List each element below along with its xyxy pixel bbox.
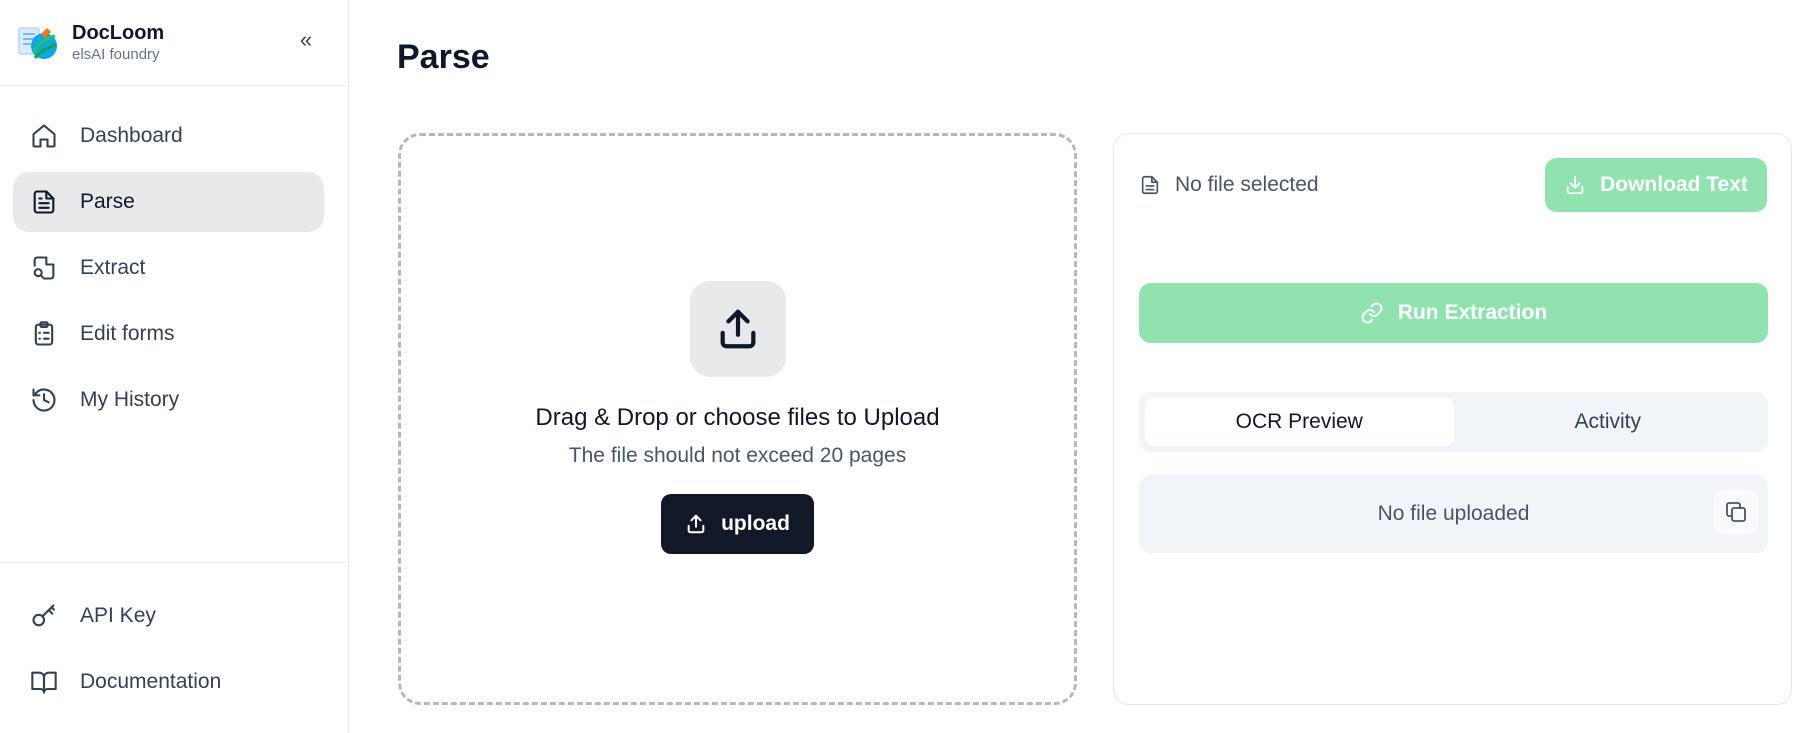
file-text-icon (30, 188, 58, 216)
sidebar-item-my-history[interactable]: My History (13, 370, 324, 430)
sidebar: DocLoom elsAI foundry « Dashboard Parse … (0, 0, 349, 733)
upload-icon (689, 281, 786, 377)
page-title: Parse (397, 38, 490, 76)
sidebar-item-dashboard[interactable]: Dashboard (13, 106, 324, 166)
sidebar-item-label: Parse (80, 190, 135, 213)
dropzone-title: Drag & Drop or choose files to Upload (535, 404, 940, 431)
sidebar-item-documentation[interactable]: Documentation (13, 652, 324, 712)
upload-icon (687, 514, 705, 534)
sidebar-divider (0, 562, 349, 563)
upload-button-label: upload (721, 512, 790, 535)
brand-name: DocLoom (72, 21, 165, 44)
brand-subtitle: elsAI foundry (72, 45, 160, 63)
brand-header: DocLoom elsAI foundry « (0, 0, 348, 86)
file-text-icon (1141, 175, 1159, 195)
tab-activity[interactable]: Activity (1454, 398, 1763, 446)
clipboard-list-icon (30, 320, 58, 348)
run-extraction-button[interactable]: Run Extraction (1139, 283, 1768, 343)
history-icon (30, 386, 58, 414)
download-text-button[interactable]: Download Text (1545, 158, 1767, 212)
preview-tabs: OCR Preview Activity (1139, 392, 1768, 452)
sidebar-item-extract[interactable]: Extract (13, 238, 324, 298)
tab-ocr-preview[interactable]: OCR Preview (1145, 398, 1454, 446)
book-open-icon (30, 668, 58, 696)
dropzone-subtitle: The file should not exceed 20 pages (568, 444, 907, 467)
result-panel: No file selected Download Text Run Extra… (1113, 133, 1792, 705)
sidebar-item-label: My History (80, 388, 180, 411)
key-icon (30, 602, 58, 630)
sidebar-item-api-key[interactable]: API Key (13, 586, 324, 646)
copy-button[interactable] (1714, 490, 1758, 534)
main-nav: Dashboard Parse Extract Edit forms My Hi… (13, 106, 324, 436)
bottom-nav: API Key Documentation (13, 586, 324, 718)
file-status: No file selected (1139, 158, 1319, 212)
link-icon (1361, 302, 1383, 324)
sidebar-item-label: Dashboard (80, 124, 183, 147)
sidebar-item-label: API Key (80, 604, 156, 627)
download-icon (1566, 175, 1584, 195)
file-dropzone[interactable]: Drag & Drop or choose files to Upload Th… (398, 133, 1077, 705)
ocr-preview-area: No file uploaded (1139, 475, 1768, 553)
sidebar-item-label: Documentation (80, 670, 222, 693)
file-search-icon (30, 254, 58, 282)
run-extraction-label: Run Extraction (1397, 301, 1548, 324)
collapse-sidebar-button[interactable]: « (292, 26, 320, 54)
sidebar-item-edit-forms[interactable]: Edit forms (13, 304, 324, 364)
docloom-logo (18, 27, 57, 59)
download-text-label: Download Text (1600, 173, 1748, 196)
home-icon (30, 122, 58, 150)
upload-button[interactable]: upload (661, 494, 814, 554)
preview-empty-text: No file uploaded (1377, 502, 1530, 525)
sidebar-item-label: Edit forms (80, 322, 175, 345)
copy-icon (1726, 502, 1746, 522)
sidebar-item-parse[interactable]: Parse (13, 172, 324, 232)
sidebar-item-label: Extract (80, 256, 146, 279)
file-status-text: No file selected (1175, 173, 1319, 196)
